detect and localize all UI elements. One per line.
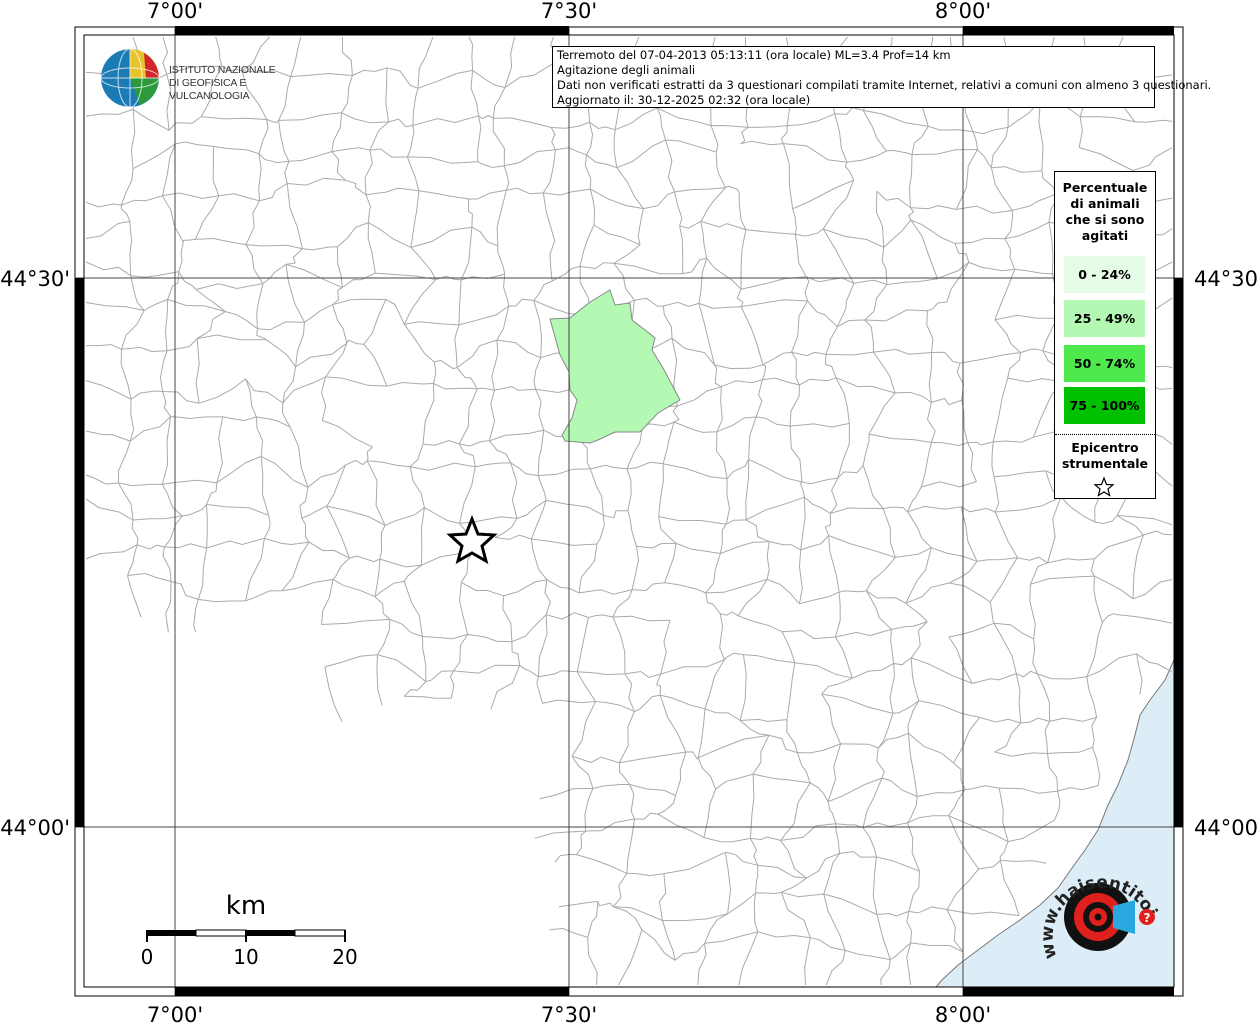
map-subject: Agitazione degli animali [557,63,696,77]
globe-icon [100,48,160,108]
legend-epicenter-line: strumentale [1061,456,1149,471]
question-icon: ? [1144,911,1151,925]
tick-bottom-1: 7°00' [147,1003,203,1024]
legend-title: Percentuale di animali che si sono agita… [1055,180,1155,244]
scale-tick-20: 20 [332,945,357,969]
legend-class-75-100: 75 - 100% [1064,387,1145,424]
legend-class-50-74: 50 - 74% [1064,345,1145,382]
update-timestamp: Aggiornato il: 30-12-2025 02:32 (ora loc… [557,93,811,107]
data-note: Dati non verificati estratti da 3 questi… [557,78,1212,92]
tick-left-1: 44°30' [0,267,70,291]
logo-line-2: DI GEOFISICA E VULCANOLOGIA [169,77,250,102]
logo-line-1: ISTITUTO NAZIONALE [169,64,276,76]
tick-bottom-2: 7°30' [541,1003,597,1024]
tick-top-3: 8°00' [935,0,991,23]
tick-right-1: 44°30' [1194,267,1257,291]
legend-title-line: Percentuale [1062,180,1148,195]
legend-title-line: di animali [1070,196,1140,211]
ingv-logo: ISTITUTO NAZIONALE DI GEOFISICA E VULCAN… [100,47,315,109]
legend-separator [1055,434,1155,435]
tick-bottom-3: 8°00' [935,1003,991,1024]
scale-unit: km [226,891,266,921]
haisentito-logo: www.haisentitoilterremoto.it ? [1035,862,1161,961]
tick-top-2: 7°30' [541,0,597,23]
legend-class-25-49: 25 - 49% [1064,300,1145,337]
event-title: Terremoto del 07-04-2013 05:13:11 (ora l… [557,48,951,62]
legend-class-0-24: 0 - 24% [1064,256,1145,293]
legend-title-line: che si sono [1065,212,1145,227]
legend-title-line: agitati [1081,228,1129,243]
event-info-box: Terremoto del 07-04-2013 05:13:11 (ora l… [552,46,1212,108]
legend-epicenter-label: Epicentro strumentale [1055,440,1155,472]
scale-tick-0: 0 [141,945,154,969]
epicenter-star-icon [1093,476,1115,497]
legend: Percentuale di animali che si sono agita… [1054,171,1156,499]
tick-top-1: 7°00' [147,0,203,23]
tick-right-2: 44°00' [1194,816,1257,840]
tick-left-2: 44°00' [0,816,70,840]
legend-epicenter-line: Epicentro [1071,440,1139,455]
scale-tick-10: 10 [233,945,258,969]
